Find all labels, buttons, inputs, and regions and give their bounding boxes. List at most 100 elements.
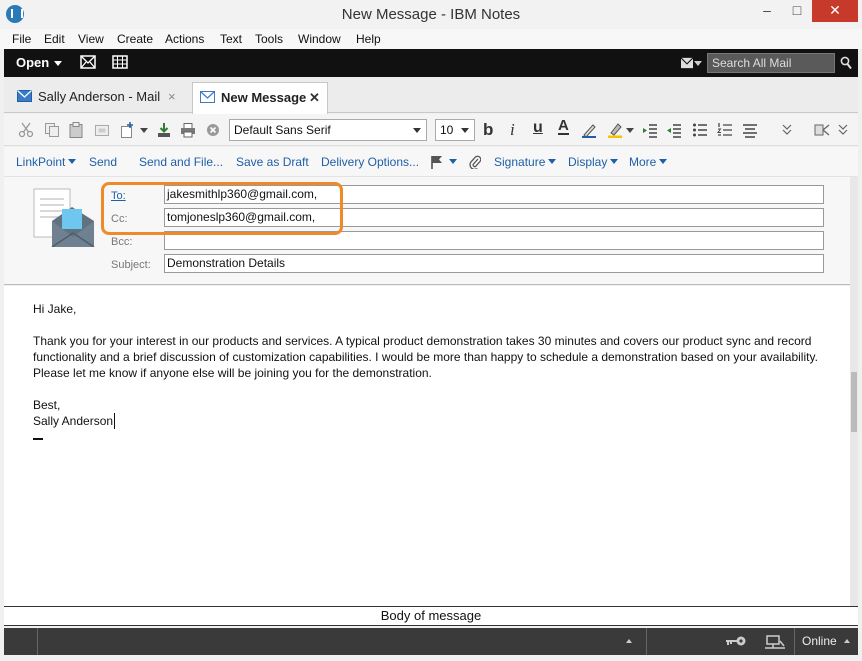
mail-search-scope-icon[interactable]: [680, 57, 694, 69]
linkpoint-button[interactable]: LinkPoint: [16, 155, 77, 169]
font-family-value: Default Sans Serif: [234, 123, 331, 137]
menu-window[interactable]: Window: [298, 32, 341, 46]
chevron-down-icon: [548, 159, 557, 164]
menu-bar: File Edit View Create Actions Text Tools…: [0, 29, 862, 49]
recipient-highlight-annotation: [101, 182, 343, 235]
flag-dropdown[interactable]: [446, 155, 457, 169]
text-color-icon[interactable]: A: [558, 118, 569, 135]
copy-icon[interactable]: [44, 122, 60, 138]
paste-special-icon[interactable]: [94, 122, 110, 138]
italic-icon[interactable]: i: [510, 120, 515, 140]
maximize-button[interactable]: □: [782, 0, 812, 22]
action-bar: LinkPoint Send Send and File... Save as …: [4, 147, 858, 177]
menu-view[interactable]: View: [78, 32, 104, 46]
outdent-icon[interactable]: [666, 122, 682, 138]
close-tab-icon[interactable]: ×: [168, 82, 176, 112]
status-divider: [646, 628, 647, 655]
message-body-editor[interactable]: Hi Jake, Thank you for your interest in …: [4, 286, 850, 606]
text-cursor: [33, 438, 43, 440]
vertical-scrollbar[interactable]: [850, 177, 858, 606]
bold-icon[interactable]: b: [483, 120, 493, 140]
font-size-select[interactable]: 10: [435, 119, 475, 141]
menu-create[interactable]: Create: [117, 32, 153, 46]
open-button[interactable]: Open: [8, 53, 66, 73]
send-and-file-button[interactable]: Send and File...: [139, 155, 223, 169]
chevron-down-icon: [461, 128, 469, 133]
pen-icon[interactable]: [581, 122, 597, 138]
linkpoint-label: LinkPoint: [16, 155, 66, 169]
font-size-value: 10: [440, 123, 454, 137]
send-button[interactable]: Send: [89, 155, 117, 169]
title-bar: New Message - IBM Notes – □ ✕: [0, 0, 862, 29]
tab-new-message[interactable]: New Message ✕: [192, 82, 328, 114]
chevron-down-icon[interactable]: [694, 61, 702, 67]
online-status-expand-icon[interactable]: [844, 639, 850, 643]
minimize-button[interactable]: –: [752, 0, 782, 22]
bulleted-list-icon[interactable]: [692, 122, 708, 138]
scrollbar-thumb[interactable]: [851, 372, 857, 432]
tab-strip: Sally Anderson - Mail × New Message ✕: [4, 77, 858, 114]
network-icon[interactable]: [764, 634, 786, 650]
body-greeting: Hi Jake,: [33, 302, 77, 316]
search-icon[interactable]: [840, 56, 852, 70]
display-label: Display: [568, 155, 608, 169]
chevron-down-icon: [610, 159, 619, 164]
menu-tools[interactable]: Tools: [255, 32, 283, 46]
key-icon[interactable]: [725, 635, 747, 647]
new-message-icon: [200, 91, 215, 103]
chevron-down-icon[interactable]: [140, 128, 148, 134]
mail-icon[interactable]: [80, 55, 96, 69]
chevron-down-icon: [659, 159, 668, 164]
subject-field[interactable]: Demonstration Details: [164, 254, 824, 273]
more-button[interactable]: More: [629, 155, 668, 169]
paperclip-icon[interactable]: [469, 155, 481, 169]
close-tab-icon[interactable]: ✕: [309, 83, 320, 113]
cut-icon[interactable]: [18, 122, 34, 138]
online-status[interactable]: Online: [802, 634, 837, 648]
status-expand-icon[interactable]: [626, 639, 632, 643]
numbered-list-icon[interactable]: [717, 122, 733, 138]
status-bar: Online: [4, 628, 858, 655]
save-as-draft-button[interactable]: Save as Draft: [236, 155, 309, 169]
chevron-down-icon: [413, 128, 421, 133]
delivery-options-button[interactable]: Delivery Options...: [321, 155, 419, 169]
align-center-icon[interactable]: [742, 122, 758, 138]
underline-icon[interactable]: u: [533, 119, 543, 137]
menu-help[interactable]: Help: [356, 32, 381, 46]
menu-actions[interactable]: Actions: [165, 32, 204, 46]
bcc-field-label[interactable]: Bcc:: [111, 236, 132, 248]
follow-up-flag-icon[interactable]: [430, 155, 444, 169]
open-button-label: Open: [16, 55, 50, 70]
chevron-double-down-icon[interactable]: [838, 124, 848, 136]
display-button[interactable]: Display: [568, 155, 619, 169]
chevron-down-icon: [54, 61, 62, 66]
download-icon[interactable]: [156, 122, 172, 138]
more-label: More: [629, 155, 657, 169]
menu-text[interactable]: Text: [220, 32, 242, 46]
stop-icon[interactable]: [205, 122, 221, 138]
calendar-icon[interactable]: [112, 55, 128, 69]
signature-label: Signature: [494, 155, 546, 169]
tab-sally-anderson-mail[interactable]: Sally Anderson - Mail ×: [10, 82, 190, 113]
signature-button[interactable]: Signature: [494, 155, 557, 169]
menu-edit[interactable]: Edit: [44, 32, 65, 46]
status-divider: [37, 628, 38, 655]
window-title: New Message - IBM Notes: [341, 6, 521, 23]
customize-toolbar-icon[interactable]: [814, 122, 830, 138]
search-input[interactable]: Search All Mail: [707, 53, 835, 73]
menu-file[interactable]: File: [12, 32, 31, 46]
indent-icon[interactable]: [642, 122, 658, 138]
chevron-down-icon: [449, 159, 457, 164]
message-header: To: jakesmithlp360@gmail.com, Cc: tomjon…: [4, 177, 850, 285]
highlighter-icon[interactable]: [607, 122, 623, 138]
more-options-icon[interactable]: [782, 124, 792, 136]
body-paragraph: Thank you for your interest in our produ…: [33, 334, 818, 380]
paste-icon[interactable]: [68, 122, 84, 138]
tab-label: Sally Anderson - Mail: [38, 89, 161, 104]
chevron-down-icon[interactable]: [626, 128, 634, 134]
font-family-select[interactable]: Default Sans Serif: [229, 119, 427, 141]
insert-icon[interactable]: [119, 122, 135, 138]
mail-icon: [17, 90, 32, 102]
print-icon[interactable]: [180, 122, 196, 138]
close-window-button[interactable]: ✕: [812, 0, 858, 22]
